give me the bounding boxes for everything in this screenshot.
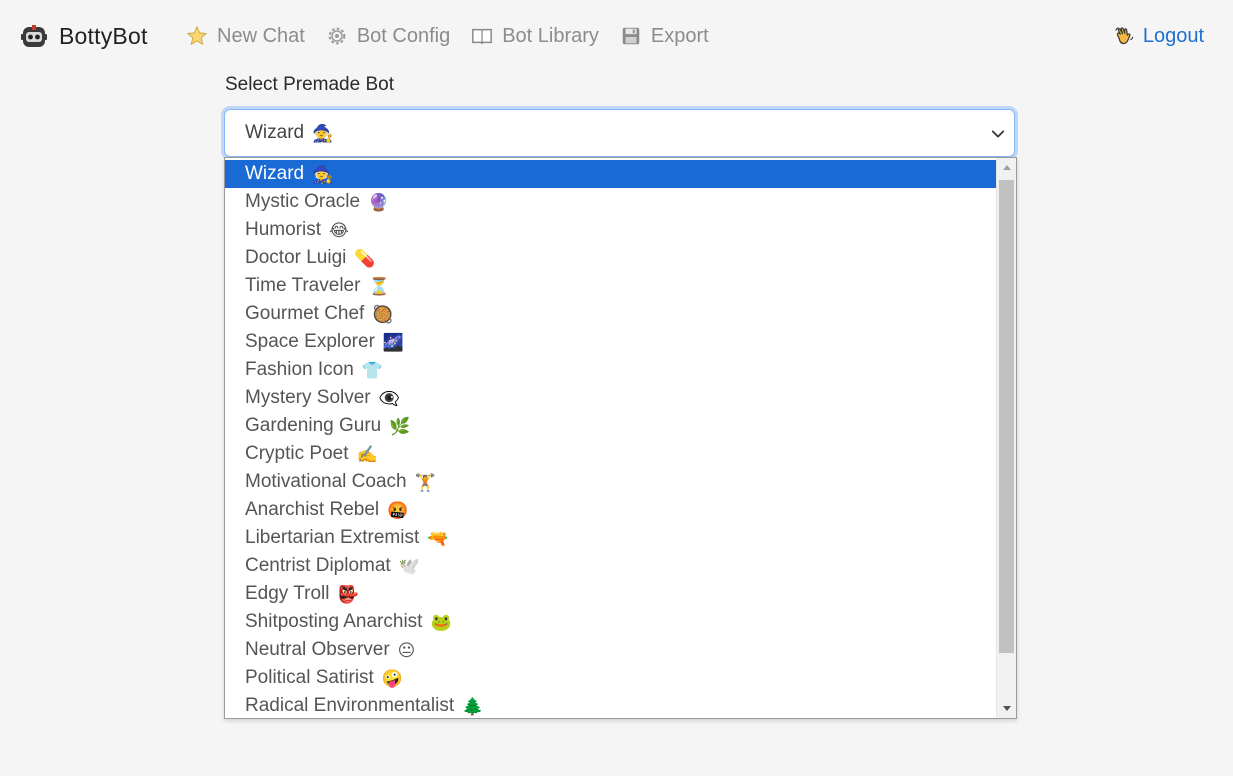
option-wizard[interactable]: Wizard 🧙 — [225, 160, 996, 188]
robot-icon — [20, 22, 48, 50]
option-label: Space Explorer — [245, 331, 375, 352]
option-humorist[interactable]: Humorist 😂 — [225, 216, 996, 244]
gear-icon — [326, 25, 348, 47]
option-label: Fashion Icon — [245, 359, 354, 380]
option-emoji: ✍️ — [356, 444, 378, 464]
option-label: Libertarian Extremist — [245, 527, 420, 548]
option-emoji: 🏋️ — [414, 472, 436, 492]
floppy-disk-icon — [620, 25, 642, 47]
nav-export-label: Export — [650, 24, 709, 47]
nav-bot-config[interactable]: Bot Config — [326, 25, 450, 48]
waving-hand-icon — [1113, 25, 1135, 47]
chevron-down-icon — [991, 127, 1005, 141]
option-space-explorer[interactable]: Space Explorer 🌌 — [225, 328, 996, 356]
option-emoji: 🔮 — [368, 192, 390, 212]
select-current-label: Wizard — [245, 122, 305, 143]
option-label: Time Traveler — [245, 275, 361, 296]
option-emoji: 👕 — [361, 360, 383, 380]
option-libertarian-extremist[interactable]: Libertarian Extremist 🔫 — [225, 524, 996, 552]
nav-bot-library[interactable]: Bot Library — [471, 25, 599, 48]
scroll-down-arrow-icon[interactable] — [997, 700, 1016, 718]
nav-links: New Chat Bot Config Bot Library Export — [186, 22, 730, 50]
option-label: Shitposting Anarchist — [245, 611, 423, 632]
option-label: Cryptic Poet — [245, 443, 349, 464]
logout-link[interactable]: Logout — [1113, 22, 1204, 50]
option-gardening-guru[interactable]: Gardening Guru 🌿 — [225, 412, 996, 440]
option-label: Motivational Coach — [245, 471, 407, 492]
premade-bot-select[interactable]: Wizard 🧙 — [224, 109, 1015, 157]
nav-bot-config-label: Bot Config — [356, 24, 451, 47]
option-label: Wizard — [245, 163, 305, 184]
option-emoji: 🐸 — [430, 612, 452, 632]
option-centrist-diplomat[interactable]: Centrist Diplomat 🕊️ — [225, 552, 996, 580]
select-current-emoji: 🧙 — [312, 123, 334, 143]
option-emoji: 😂 — [329, 220, 349, 240]
option-edgy-troll[interactable]: Edgy Troll 👺 — [225, 580, 996, 608]
scrollbar-thumb[interactable] — [999, 180, 1014, 653]
option-fashion-icon[interactable]: Fashion Icon 👕 — [225, 356, 996, 384]
option-emoji: 🌲 — [462, 696, 484, 716]
brand-link[interactable]: BottyBot — [20, 20, 148, 52]
option-mystery-solver[interactable]: Mystery Solver 👁️‍🗨️ — [225, 384, 996, 412]
option-label: Mystery Solver — [245, 387, 371, 408]
option-emoji: 🔫 — [427, 528, 449, 548]
option-label: Mystic Oracle — [245, 191, 361, 212]
option-motivational-coach[interactable]: Motivational Coach 🏋️ — [225, 468, 996, 496]
dropdown-scrollbar[interactable] — [996, 158, 1016, 718]
option-cryptic-poet[interactable]: Cryptic Poet ✍️ — [225, 440, 996, 468]
option-emoji: 🤬 — [387, 500, 409, 520]
option-mystic-oracle[interactable]: Mystic Oracle 🔮 — [225, 188, 996, 216]
option-label: Gourmet Chef — [245, 303, 365, 324]
option-shitposting-anarchist[interactable]: Shitposting Anarchist 🐸 — [225, 608, 996, 636]
option-label: Edgy Troll — [245, 583, 330, 604]
top-navbar: BottyBot New Chat Bot Config Bot Library… — [0, 0, 1233, 72]
option-label: Radical Environmentalist — [245, 695, 455, 716]
option-doctor-luigi[interactable]: Doctor Luigi 💊 — [225, 244, 996, 272]
nav-new-chat[interactable]: New Chat — [186, 25, 305, 48]
option-neutral-observer[interactable]: Neutral Observer 😐 — [225, 636, 996, 664]
nav-bot-library-label: Bot Library — [502, 24, 599, 47]
option-label: Political Satirist — [245, 667, 374, 688]
brand-name: BottyBot — [59, 22, 148, 49]
option-label: Neutral Observer — [245, 639, 390, 660]
star-icon — [186, 25, 208, 47]
logout-label: Logout — [1142, 24, 1204, 47]
option-emoji: 🥘 — [372, 304, 394, 324]
option-emoji: 🕊️ — [398, 556, 420, 576]
option-emoji: 👺 — [337, 584, 359, 604]
option-emoji: 😐 — [397, 640, 416, 660]
option-time-traveler[interactable]: Time Traveler ⏳ — [225, 272, 996, 300]
option-emoji: 👁️‍🗨️ — [378, 388, 400, 408]
option-emoji: 🌿 — [389, 416, 411, 436]
option-political-satirist[interactable]: Political Satirist 🤪 — [225, 664, 996, 692]
option-emoji: 🌌 — [382, 332, 405, 352]
book-icon — [471, 25, 493, 47]
option-label: Centrist Diplomat — [245, 555, 391, 576]
option-label: Gardening Guru — [245, 415, 382, 436]
select-bot-label: Select Premade Bot — [225, 74, 394, 95]
bot-options-dropdown: Wizard 🧙 Mystic Oracle 🔮 Humorist 😂 Doct… — [224, 157, 1017, 719]
scroll-up-arrow-icon[interactable] — [997, 158, 1016, 176]
nav-new-chat-label: New Chat — [217, 24, 305, 47]
option-gourmet-chef[interactable]: Gourmet Chef 🥘 — [225, 300, 996, 328]
option-emoji: 🤪 — [381, 668, 403, 688]
option-radical-environmentalist[interactable]: Radical Environmentalist 🌲 — [225, 692, 996, 718]
option-label: Anarchist Rebel — [245, 499, 380, 520]
nav-export[interactable]: Export — [620, 25, 709, 48]
select-current-value: Wizard 🧙 — [245, 122, 333, 144]
option-emoji: 🧙 — [312, 164, 334, 184]
option-emoji: ⏳ — [368, 276, 390, 296]
option-anarchist-rebel[interactable]: Anarchist Rebel 🤬 — [225, 496, 996, 524]
option-label: Doctor Luigi — [245, 247, 347, 268]
option-emoji: 💊 — [354, 248, 376, 268]
option-label: Humorist — [245, 219, 322, 240]
